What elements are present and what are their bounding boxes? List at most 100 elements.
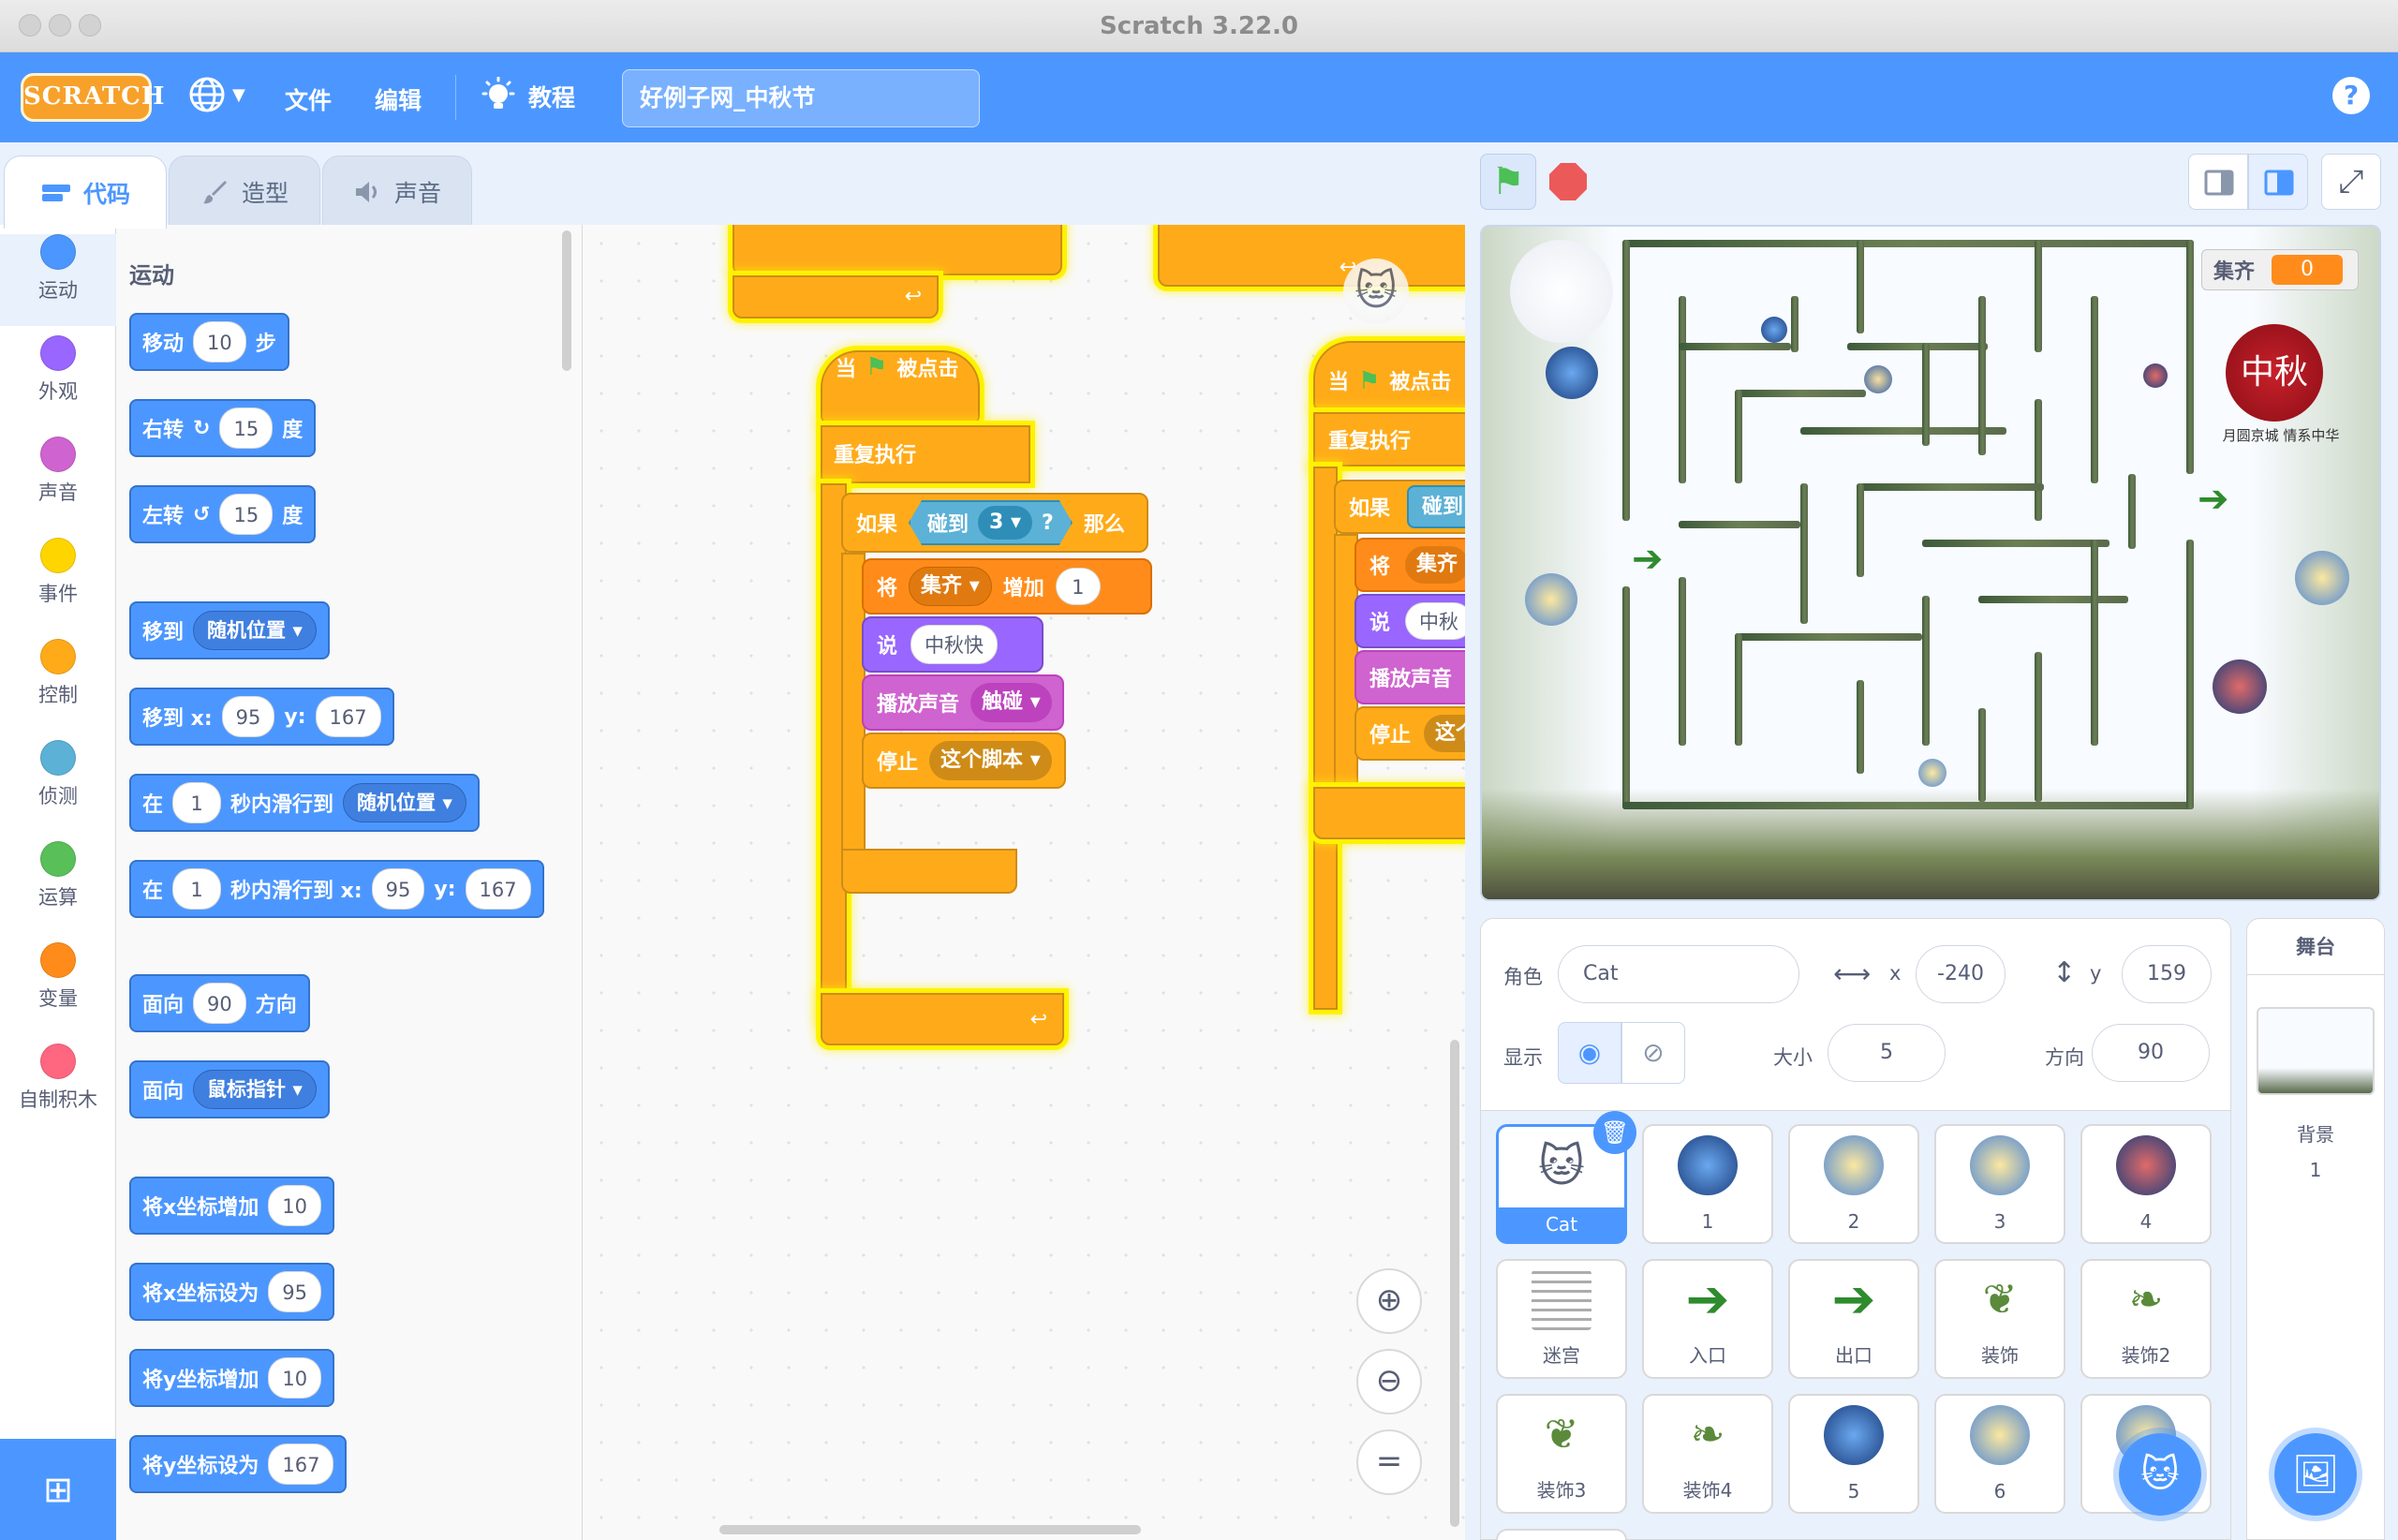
block-input[interactable]: 95 — [371, 868, 425, 910]
project-title-input[interactable]: 好例子网_中秋节 — [622, 69, 980, 127]
block-set-y[interactable]: 将y坐标设为 167 — [129, 1435, 348, 1493]
block-input[interactable]: 10 — [193, 321, 246, 363]
workspace-h-scrollbar[interactable] — [719, 1525, 1141, 1534]
script-workspace[interactable]: ↩ ↩ 🐱 当 ⚑ 被点击 重复执行 ↩ 如果 碰到 3 ▾ ? 那么 将 集齐 ▾… — [583, 225, 1465, 1540]
block-glide-xy[interactable]: 在 1 秒内滑行到 x: 95 y: 167 — [129, 860, 544, 918]
zoom-in-button[interactable]: ⊕ — [1356, 1268, 1422, 1334]
say-block-2[interactable]: 说 中秋 — [1354, 594, 1465, 648]
large-stage-button[interactable] — [2248, 154, 2308, 210]
y-input[interactable]: 159 — [2122, 945, 2212, 1003]
stop-block-2[interactable]: 停止 这个 — [1354, 706, 1465, 761]
block-input[interactable]: 中秋快 — [910, 625, 999, 664]
block-change-x[interactable]: 将x坐标增加 10 — [129, 1177, 334, 1235]
block-input[interactable]: 1 — [172, 868, 222, 910]
help-button[interactable]: ? — [2332, 77, 2370, 114]
play-sound-block-2[interactable]: 播放声音 — [1354, 650, 1465, 704]
block-point-direction[interactable]: 面向 90 方向 — [129, 974, 310, 1032]
block-input[interactable]: 中秋 — [1405, 602, 1465, 640]
workspace-v-scrollbar[interactable] — [1450, 1040, 1459, 1527]
block-goto-xy[interactable]: 移到 x: 95 y: 167 — [129, 688, 394, 746]
block-point-towards[interactable]: 面向 鼠标指针 ▾ — [129, 1060, 330, 1118]
tab-sounds[interactable]: 声音 — [322, 155, 472, 227]
sprite-tile-deco[interactable]: ❦ 装饰 — [1934, 1259, 2065, 1379]
scratch-logo[interactable]: SCRATCH — [21, 73, 164, 122]
sprite-tile-4[interactable]: 4 — [2080, 1124, 2212, 1244]
variable-dropdown[interactable]: 集齐 ▾ — [909, 567, 992, 606]
if-then-block-2[interactable]: 如果 碰到 — [1334, 480, 1465, 534]
sprite-tile-1[interactable]: 1 — [1642, 1124, 1773, 1244]
category-sound[interactable]: 声音 — [0, 437, 116, 528]
category-motion[interactable]: 运动 — [0, 234, 116, 326]
block-goto[interactable]: 移到 随机位置 ▾ — [129, 601, 330, 659]
x-input[interactable]: -240 — [1916, 945, 2006, 1003]
sprite-tile-exit[interactable]: ➔ 出口 — [1788, 1259, 1919, 1379]
sprite-tile-deco3[interactable]: ❦ 装饰3 — [1496, 1394, 1627, 1514]
block-input[interactable]: 1 — [1055, 568, 1101, 605]
small-stage-button[interactable] — [2188, 154, 2248, 210]
block-input[interactable]: 95 — [268, 1271, 321, 1312]
change-variable-block-2[interactable]: 将 集齐 — [1354, 538, 1465, 592]
category-control[interactable]: 控制 — [0, 639, 116, 731]
choose-backdrop-button[interactable]: 🖼 — [2269, 1428, 2362, 1521]
block-change-y[interactable]: 将y坐标增加 10 — [129, 1349, 335, 1407]
block-turn-right[interactable]: 右转 ↻ 15 度 — [129, 399, 317, 457]
script-fragment-top[interactable] — [733, 225, 1062, 275]
tab-costumes[interactable]: 造型 — [169, 155, 320, 227]
sprite-tile-entry[interactable]: ➔ 入口 — [1642, 1259, 1773, 1379]
tutorials-menu[interactable]: 教程 — [480, 77, 575, 116]
block-input[interactable]: 167 — [315, 696, 381, 737]
palette-scrollbar[interactable] — [562, 230, 571, 371]
block-input[interactable]: 15 — [219, 407, 274, 449]
sprite-tile-6[interactable]: 6 — [1934, 1394, 2065, 1514]
sprite-tile-3[interactable]: 3 — [1934, 1124, 2065, 1244]
category-looks[interactable]: 外观 — [0, 335, 116, 427]
fullscreen-button[interactable]: ⤢ — [2321, 154, 2381, 210]
block-input[interactable]: 90 — [193, 983, 246, 1024]
category-my-blocks[interactable]: 自制积木 — [0, 1044, 116, 1135]
if-then-block[interactable]: 如果 碰到 3 ▾ ? 那么 — [841, 493, 1148, 553]
block-dropdown[interactable]: 随机位置 ▾ — [193, 611, 317, 650]
block-input[interactable]: 95 — [221, 696, 275, 737]
category-variables[interactable]: 变量 — [0, 942, 116, 1034]
sprite-tile-2[interactable]: 2 — [1788, 1124, 1919, 1244]
say-block[interactable]: 说 中秋快 — [862, 616, 1044, 673]
sound-dropdown[interactable]: 触碰 ▾ — [970, 683, 1052, 722]
block-input[interactable]: 15 — [219, 494, 274, 535]
hat-when-flag-clicked[interactable]: 当 ⚑ 被点击 — [821, 350, 980, 425]
forever-block-2[interactable]: 重复执行 — [1313, 412, 1465, 466]
hat-when-flag-clicked-2[interactable]: 当 ⚑ 被点击 — [1313, 341, 1465, 412]
direction-input[interactable]: 90 — [2092, 1024, 2210, 1082]
block-move-steps[interactable]: 移动 10 步 — [129, 313, 289, 371]
stop-block[interactable]: 停止 这个脚本 ▾ — [862, 733, 1066, 789]
add-extension-button[interactable]: ⊞ — [0, 1439, 116, 1540]
category-sensing[interactable]: 侦测 — [0, 740, 116, 832]
stop-dropdown[interactable]: 这个脚本 ▾ — [929, 741, 1052, 780]
category-operators[interactable]: 运算 — [0, 841, 116, 933]
show-sprite-button[interactable]: ◉ — [1558, 1022, 1621, 1084]
block-input[interactable]: 167 — [268, 1444, 334, 1485]
size-input[interactable]: 5 — [1828, 1024, 1946, 1082]
file-menu[interactable]: 文件 — [285, 82, 332, 116]
touching-sensor[interactable]: 碰到 3 ▾ ? — [909, 500, 1073, 545]
stage-canvas[interactable]: ➔ ➔ 集齐 0 中秋 月圆京城 情系中华 — [1480, 225, 2381, 901]
block-set-x[interactable]: 将x坐标设为 95 — [129, 1263, 334, 1321]
script-fragment-right[interactable]: ↩ — [1158, 225, 1465, 287]
tab-code[interactable]: 代码 — [4, 155, 167, 229]
block-input[interactable]: 10 — [268, 1357, 322, 1399]
delete-sprite-button[interactable]: 🗑 — [1593, 1111, 1636, 1154]
stop-button[interactable] — [1549, 163, 1587, 200]
zoom-reset-button[interactable]: = — [1356, 1429, 1422, 1495]
touching-sensor-2[interactable]: 碰到 — [1407, 485, 1465, 528]
script-fragment-bottom[interactable]: ↩ — [733, 275, 939, 318]
variable-dropdown-2[interactable]: 集齐 — [1405, 546, 1465, 584]
sprite-name-input[interactable]: Cat — [1558, 945, 1799, 1003]
block-dropdown[interactable]: 随机位置 ▾ — [343, 783, 466, 822]
sprite-tile-deco2[interactable]: ❧ 装饰2 — [2080, 1259, 2212, 1379]
block-input[interactable]: 10 — [268, 1185, 321, 1226]
block-input[interactable]: 1 — [172, 782, 222, 823]
block-glide-to[interactable]: 在 1 秒内滑行到 随机位置 ▾ — [129, 774, 480, 832]
block-input[interactable]: 167 — [465, 868, 531, 910]
stop-dropdown-2[interactable]: 这个 — [1424, 715, 1465, 752]
block-turn-left[interactable]: 左转 ↺ 15 度 — [129, 485, 317, 543]
change-variable-block[interactable]: 将 集齐 ▾ 增加 1 — [862, 558, 1152, 615]
